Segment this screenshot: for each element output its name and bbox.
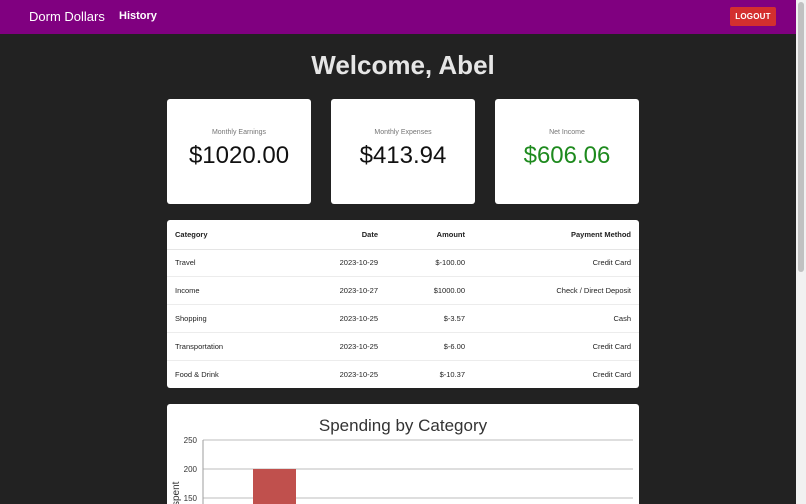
table-row[interactable]: Transportation 2023-10-25 $-6.00 Credit … bbox=[167, 332, 639, 361]
table-header-row: Category Date Amount Payment Method bbox=[167, 220, 639, 250]
welcome-heading: Welcome, Abel bbox=[311, 50, 495, 80]
cell-payment-method: Credit Card bbox=[592, 369, 631, 379]
y-tick-label: 250 bbox=[184, 436, 198, 445]
cell-amount: $1000.00 bbox=[378, 276, 465, 306]
column-header-payment-method[interactable]: Payment Method bbox=[465, 220, 639, 250]
cell-date: 2023-10-27 bbox=[297, 276, 378, 306]
navbar: Dorm Dollars History LOGOUT bbox=[0, 0, 796, 34]
cell-category: Transportation bbox=[167, 332, 297, 361]
monthly-expenses-card: Monthly Expenses $413.94 bbox=[331, 99, 475, 204]
monthly-earnings-card: Monthly Earnings $1020.00 bbox=[167, 99, 311, 204]
y-tick-label: 150 bbox=[184, 494, 198, 503]
cell-payment-method: Credit Card bbox=[465, 332, 639, 361]
cell-date: 2023-10-25 bbox=[339, 369, 378, 379]
column-header-category[interactable]: Category bbox=[167, 220, 297, 250]
table-row[interactable]: Shopping 2023-10-25 $-3.57 Cash bbox=[167, 304, 639, 333]
cell-category: Shopping bbox=[167, 304, 297, 333]
card-value: $606.06 bbox=[523, 142, 611, 169]
cell-amount: $-10.37 bbox=[439, 369, 465, 379]
net-income-card: Net Income $606.06 bbox=[495, 99, 639, 204]
logout-button[interactable]: LOGOUT bbox=[730, 7, 776, 26]
cell-date: 2023-10-25 bbox=[297, 332, 378, 361]
cell-amount: $-6.00 bbox=[378, 332, 465, 361]
card-label: Monthly Earnings bbox=[211, 129, 267, 136]
column-header-amount[interactable]: Amount bbox=[378, 220, 465, 250]
spending-chart-card: Spending by Category 250 200 150 spent bbox=[167, 404, 639, 504]
scrollbar-thumb[interactable] bbox=[798, 2, 804, 272]
cell-payment-method: Check / Direct Deposit bbox=[465, 276, 639, 306]
bar-travel[interactable] bbox=[253, 469, 296, 504]
cell-date: 2023-10-25 bbox=[297, 304, 378, 333]
cell-category: Food & Drink bbox=[175, 369, 219, 379]
nav-history-link[interactable]: History bbox=[119, 10, 157, 22]
cell-payment-method: Cash bbox=[465, 304, 639, 333]
y-tick-label: 200 bbox=[184, 465, 198, 474]
card-value: $1020.00 bbox=[188, 142, 290, 169]
cell-amount: $-3.57 bbox=[378, 304, 465, 333]
cell-date: 2023-10-29 bbox=[297, 249, 378, 278]
table-row[interactable]: Income 2023-10-27 $1000.00 Check / Direc… bbox=[167, 276, 639, 306]
cell-payment-method: Credit Card bbox=[465, 249, 639, 278]
cell-category: Travel bbox=[167, 249, 297, 278]
brand-logo[interactable]: Dorm Dollars bbox=[29, 9, 105, 24]
spending-bar-chart: 250 200 150spent bbox=[171, 436, 633, 504]
column-header-date[interactable]: Date bbox=[297, 220, 378, 250]
card-label: Net Income bbox=[549, 129, 585, 136]
cell-amount: $-100.00 bbox=[378, 249, 465, 278]
card-label: Monthly Expenses bbox=[374, 129, 432, 136]
table-row[interactable]: Food & Drink 2023-10-25 $-10.37 Credit C… bbox=[167, 360, 639, 388]
cell-category: Income bbox=[167, 276, 297, 306]
transactions-table: Category Date Amount Payment Method Trav… bbox=[167, 220, 639, 388]
table-row[interactable]: Travel 2023-10-29 $-100.00 Credit Card bbox=[167, 249, 639, 278]
y-axis-label: spent bbox=[171, 481, 182, 504]
card-value: $413.94 bbox=[359, 142, 447, 169]
